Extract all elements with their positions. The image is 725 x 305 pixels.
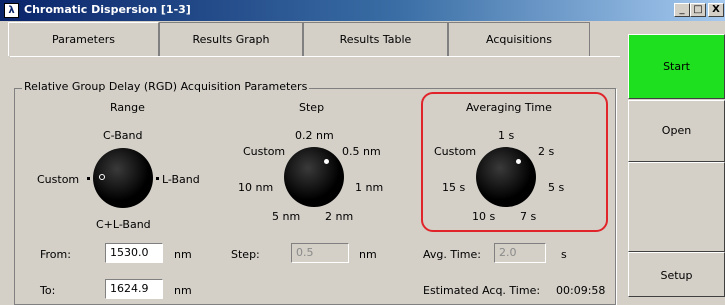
tab-acquisitions[interactable]: Acquisitions	[448, 22, 590, 56]
title-bar: λ Chromatic Dispersion [1-3] _ □ X	[0, 0, 725, 21]
from-label: From:	[40, 248, 71, 261]
step-label: Step:	[231, 248, 260, 261]
app-lambda-icon: λ	[4, 3, 19, 18]
step-heading: Step	[299, 101, 325, 114]
blank-side-button[interactable]	[628, 162, 725, 252]
close-button[interactable]: X	[708, 3, 724, 17]
range-option-c-l-band[interactable]: C+L-Band	[96, 218, 151, 231]
step-option-2nm[interactable]: 2 nm	[325, 210, 353, 223]
group-title: Relative Group Delay (RGD) Acquisition P…	[22, 80, 310, 93]
step-option-10nm[interactable]: 10 nm	[238, 181, 273, 194]
minimize-button[interactable]: _	[674, 3, 690, 17]
avg-time-unit: s	[561, 248, 567, 261]
averaging-time-highlight	[421, 92, 608, 232]
estimated-time-label: Estimated Acq. Time:	[423, 284, 541, 297]
step-unit: nm	[359, 248, 377, 261]
open-button[interactable]: Open	[628, 100, 725, 162]
step-knob[interactable]	[284, 147, 344, 207]
step-option-custom[interactable]: Custom	[243, 145, 285, 158]
to-input[interactable]: 1624.9	[105, 279, 163, 299]
step-option-0-5nm[interactable]: 0.5 nm	[342, 145, 381, 158]
step-option-1nm[interactable]: 1 nm	[355, 181, 383, 194]
setup-button[interactable]: Setup	[628, 252, 725, 297]
range-option-custom[interactable]: Custom	[37, 173, 79, 186]
knob-indicator-icon	[324, 159, 329, 164]
from-unit: nm	[174, 248, 192, 261]
range-tick	[156, 177, 159, 180]
range-tick	[87, 177, 90, 180]
to-label: To:	[40, 284, 56, 297]
from-input[interactable]: 1530.0	[105, 243, 163, 263]
step-option-5nm[interactable]: 5 nm	[272, 210, 300, 223]
range-heading: Range	[110, 101, 145, 114]
avg-time-input[interactable]: 2.0	[494, 243, 546, 263]
step-input[interactable]: 0.5	[291, 243, 349, 263]
tab-parameters[interactable]: Parameters	[8, 22, 159, 56]
range-knob[interactable]	[93, 148, 153, 208]
step-option-0-2nm[interactable]: 0.2 nm	[295, 129, 334, 142]
to-unit: nm	[174, 284, 192, 297]
estimated-time-value: 00:09:58	[556, 284, 606, 297]
window-title: Chromatic Dispersion [1-3]	[24, 3, 191, 16]
start-button[interactable]: Start	[628, 34, 725, 99]
range-option-l-band[interactable]: L-Band	[162, 173, 200, 186]
avg-time-label: Avg. Time:	[423, 248, 481, 261]
knob-indicator-icon	[99, 174, 105, 180]
tab-results-graph[interactable]: Results Graph	[159, 22, 303, 56]
maximize-button[interactable]: □	[690, 3, 706, 17]
tab-results-table[interactable]: Results Table	[303, 22, 448, 56]
range-option-c-band[interactable]: C-Band	[103, 129, 143, 142]
